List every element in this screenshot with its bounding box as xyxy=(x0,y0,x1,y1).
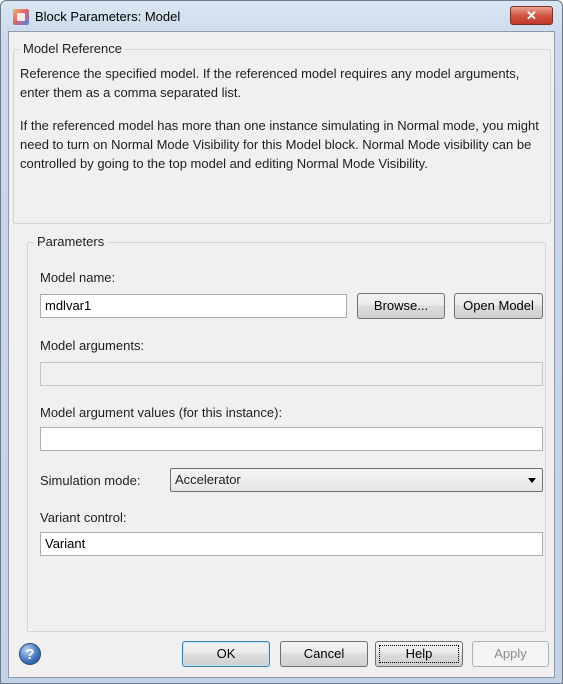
close-button[interactable]: ✕ xyxy=(510,6,553,25)
parameters-group: Parameters Model name: mdlvar1 Browse...… xyxy=(27,234,546,632)
title-bar[interactable]: Block Parameters: Model ✕ xyxy=(1,1,562,31)
argument-values-input[interactable] xyxy=(40,427,543,451)
simulation-mode-dropdown[interactable]: Accelerator xyxy=(170,468,543,492)
open-model-button[interactable]: Open Model xyxy=(454,293,543,319)
model-name-input[interactable]: mdlvar1 xyxy=(40,294,347,318)
simulink-block-icon xyxy=(13,9,29,25)
model-name-label: Model name: xyxy=(40,270,116,285)
simulation-mode-label: Simulation mode: xyxy=(40,473,141,488)
dialog-window: Block Parameters: Model ✕ Model Referenc… xyxy=(0,0,563,684)
dialog-body: Model Reference Reference the specified … xyxy=(8,31,555,678)
ok-button[interactable]: OK xyxy=(182,641,270,667)
model-arguments-input xyxy=(40,362,543,386)
simulation-mode-value: Accelerator xyxy=(175,472,241,487)
help-button[interactable]: Help xyxy=(375,641,463,667)
cancel-button[interactable]: Cancel xyxy=(280,641,368,667)
description: Reference the specified model. If the re… xyxy=(20,64,548,187)
model-reference-group: Model Reference Reference the specified … xyxy=(13,41,551,224)
browse-button[interactable]: Browse... xyxy=(357,293,445,319)
model-reference-group-title: Model Reference xyxy=(20,41,125,56)
chevron-down-icon xyxy=(528,478,536,483)
help-icon[interactable]: ? xyxy=(19,643,41,665)
variant-control-label: Variant control: xyxy=(40,510,127,525)
variant-control-input[interactable]: Variant xyxy=(40,532,543,556)
close-icon: ✕ xyxy=(526,8,537,23)
argument-values-label: Model argument values (for this instance… xyxy=(40,405,283,420)
description-paragraph-1: Reference the specified model. If the re… xyxy=(20,66,520,100)
apply-button: Apply xyxy=(472,641,549,667)
description-paragraph-2: If the referenced model has more than on… xyxy=(20,118,539,171)
window-title: Block Parameters: Model xyxy=(35,9,181,24)
model-arguments-label: Model arguments: xyxy=(40,338,145,353)
parameters-group-title: Parameters xyxy=(34,234,108,249)
